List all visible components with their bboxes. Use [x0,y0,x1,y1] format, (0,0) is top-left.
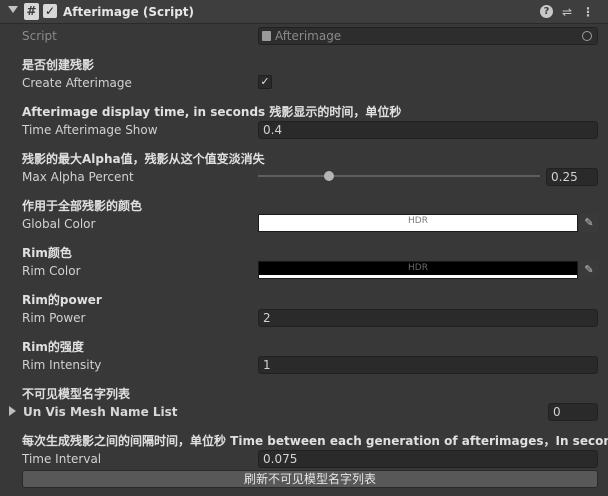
interval-header: 每次生成残影之间的间隔时间，单位秒 Time between each gene… [22,434,608,448]
rim-color-eyedropper-icon[interactable]: ✎ [580,261,598,279]
create-label: Create Afterimage [22,76,132,90]
alpha-slider-track[interactable] [258,175,540,177]
interval-input[interactable]: 0.075 [258,450,598,468]
interval-label: Time Interval [22,452,102,466]
alpha-slider-thumb[interactable] [323,171,334,181]
create-header: 是否创建残影 [22,58,95,72]
rim-intensity-header: Rim的强度 [22,340,84,354]
global-color-field[interactable]: HDR [258,214,578,232]
rim-power-label: Rim Power [22,311,86,325]
rim-power-input[interactable]: 2 [258,309,598,327]
component-enabled-checkbox[interactable]: ✓ [43,4,57,18]
script-label: Script [22,29,57,43]
rim-intensity-input[interactable]: 1 [258,356,598,374]
list-label[interactable]: Un Vis Mesh Name List [23,404,178,420]
create-afterimage-checkbox[interactable]: ✓ [258,75,272,89]
script-field[interactable]: Afterimage [258,27,598,45]
component-title: Afterimage (Script) [63,5,195,19]
refresh-list-button[interactable]: 刷新不可见模型名字列表 [22,470,598,488]
show-time-label: Time Afterimage Show [22,123,158,137]
rim-power-header: Rim的power [22,293,102,307]
rim-color-alpha-bar [259,275,577,278]
global-color-header: 作用于全部残影的颜色 [22,199,143,213]
global-color-hdr-label: HDR [408,216,428,226]
global-color-label: Global Color [22,217,96,231]
help-icon[interactable]: ? [540,5,553,18]
rim-color-label: Rim Color [22,264,81,278]
rim-color-hdr-label: HDR [408,263,428,273]
alpha-header: 残影的最大Alpha值，残影从这个值变淡消失 [22,152,265,166]
object-picker-icon[interactable] [582,31,592,41]
global-color-eyedropper-icon[interactable]: ✎ [580,214,598,232]
alpha-label: Max Alpha Percent [22,170,134,184]
rim-intensity-label: Rim Intensity [22,358,102,372]
rim-color-header: Rim颜色 [22,246,72,260]
list-foldout-arrow-icon[interactable] [9,406,16,416]
show-time-header: Afterimage display time, in seconds 残影显示… [22,105,402,119]
context-menu-icon[interactable]: ⋮ [580,4,596,20]
script-file-icon [262,31,271,41]
list-header: 不可见模型名字列表 [22,387,131,401]
alpha-input[interactable]: 0.25 [546,168,598,186]
script-value: Afterimage [275,29,342,43]
show-time-input[interactable]: 0.4 [258,121,598,139]
foldout-arrow-icon[interactable] [8,6,18,13]
rim-color-field[interactable]: HDR [258,261,578,279]
presets-icon[interactable]: ⇌ [559,4,575,20]
list-size-input[interactable]: 0 [548,403,598,421]
script-icon: # [24,3,39,20]
